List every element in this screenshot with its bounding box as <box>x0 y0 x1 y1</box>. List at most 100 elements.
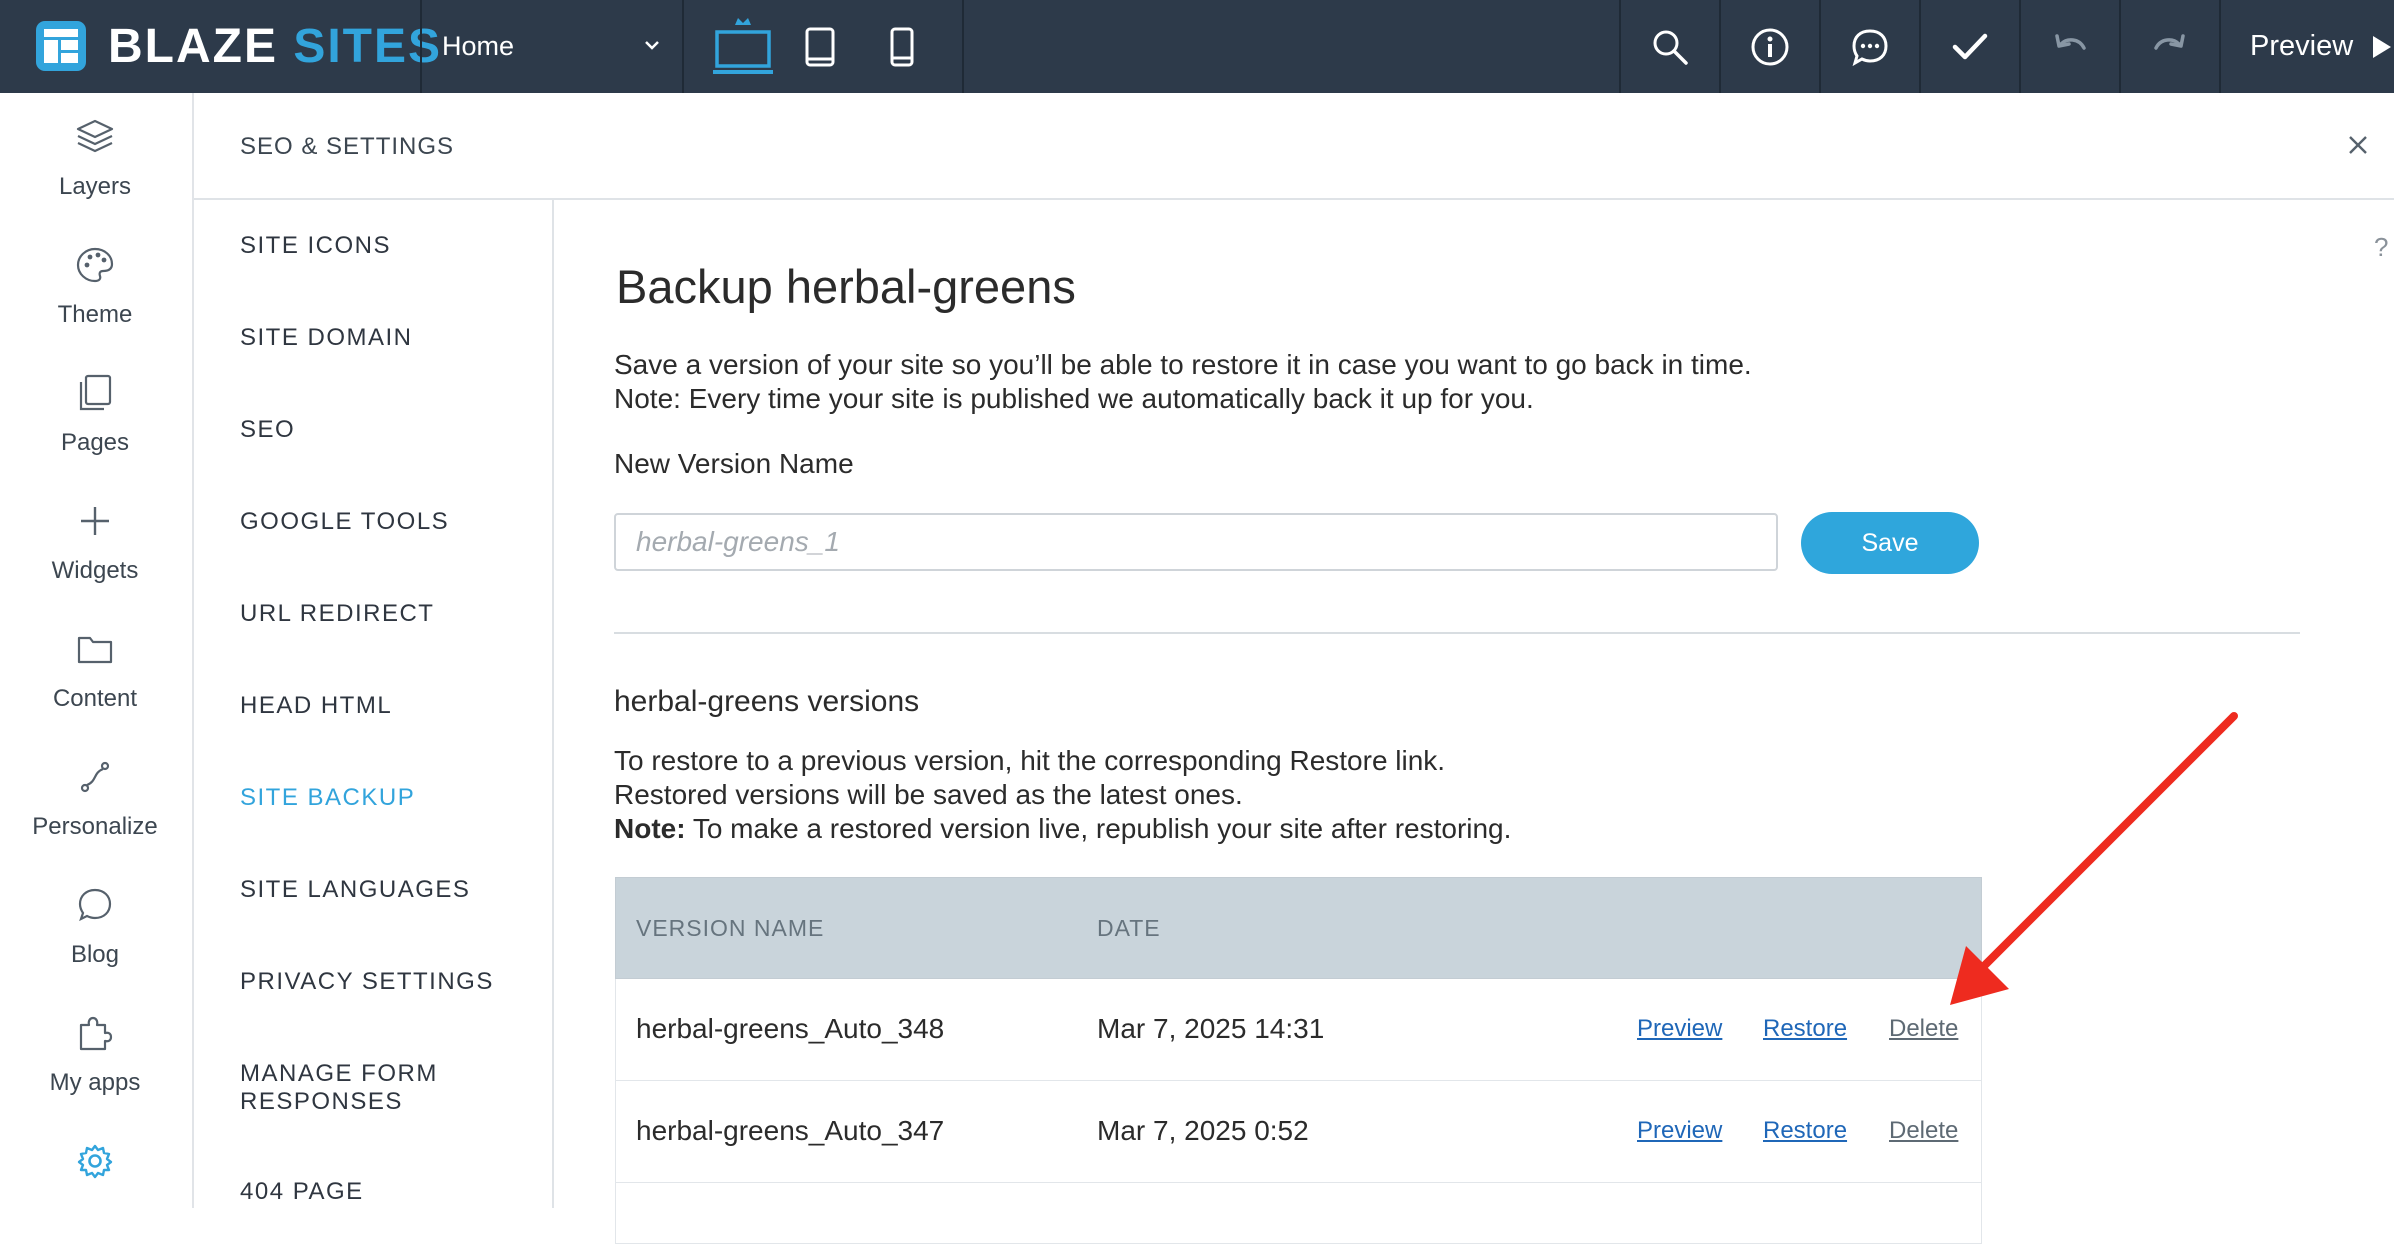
blog-icon <box>78 888 112 922</box>
settings-nav: SITE ICONS SITE DOMAIN SEO GOOGLE TOOLS … <box>194 199 554 1208</box>
chat-button[interactable] <box>1821 0 1919 93</box>
restore-link[interactable]: Restore <box>1763 1117 1847 1145</box>
page-title: Backup herbal-greens <box>616 260 1076 313</box>
rail-item-blog[interactable]: Blog <box>0 885 190 1013</box>
left-rail: Layers Theme Pages Widgets Content Perso… <box>0 93 194 1208</box>
rail-item-theme[interactable]: Theme <box>0 245 190 373</box>
delete-link[interactable]: Delete <box>1889 1015 1958 1043</box>
nav-item-site-icons[interactable]: SITE ICONS <box>240 232 530 260</box>
divider <box>682 0 684 93</box>
column-header-version-name: VERSION NAME <box>636 915 825 941</box>
rail-label: Content <box>52 685 138 712</box>
publish-button[interactable] <box>1921 0 2019 93</box>
rail-item-widgets[interactable]: Widgets <box>0 501 190 629</box>
logo-wordmark: BLAZE SITES <box>108 19 442 74</box>
rail-item-personalize[interactable]: Personalize <box>0 757 190 885</box>
nav-item-seo[interactable]: SEO <box>240 416 530 444</box>
restore-instruction-line-2: Restored versions will be saved as the l… <box>614 779 1243 810</box>
rail-label: Layers <box>58 173 132 200</box>
chat-icon <box>1852 28 1888 66</box>
nav-item-url-redirect[interactable]: URL REDIRECT <box>240 600 530 628</box>
new-version-label: New Version Name <box>614 448 854 479</box>
redo-icon <box>2154 33 2185 50</box>
rail-label: My apps <box>49 1069 141 1096</box>
personalize-icon <box>80 761 110 793</box>
nav-item-site-backup[interactable]: SITE BACKUP <box>240 784 530 812</box>
logo: BLAZE SITES <box>36 18 442 74</box>
search-icon <box>1653 30 1688 65</box>
table-header: VERSION NAME DATE <box>615 877 1982 979</box>
versions-heading: herbal-greens versions <box>614 685 919 719</box>
preview-link[interactable]: Preview <box>1637 1015 1722 1043</box>
rail-item-layers[interactable]: Layers <box>0 117 190 245</box>
rail-label: Pages <box>60 429 130 456</box>
delete-link[interactable]: Delete <box>1889 1117 1958 1145</box>
help-icon[interactable]: ? <box>2374 232 2388 263</box>
chevron-down-icon <box>645 41 659 50</box>
layers-icon <box>76 119 114 153</box>
rail-item-settings[interactable] <box>0 1141 190 1191</box>
note-label: Note: <box>614 813 686 844</box>
save-button[interactable]: Save <box>1801 512 1979 574</box>
rail-item-pages[interactable]: Pages <box>0 373 190 501</box>
version-name: herbal-greens_Auto_348 <box>636 1013 945 1044</box>
close-icon[interactable] <box>2346 133 2370 157</box>
device-tablet-button[interactable] <box>790 0 850 93</box>
table-row <box>615 1183 1982 1244</box>
versions-site-name: herbal-greens <box>614 685 800 718</box>
restore-instruction-line-1: To restore to a previous version, hit th… <box>614 745 1446 776</box>
divider <box>614 632 2300 634</box>
restore-link[interactable]: Restore <box>1763 1015 1847 1043</box>
nav-item-site-languages[interactable]: SITE LANGUAGES <box>240 876 530 904</box>
device-desktop-button[interactable] <box>700 0 786 93</box>
pages-icon <box>79 374 112 411</box>
table-row: herbal-greens_Auto_348 Mar 7, 2025 14:31… <box>615 979 1982 1081</box>
version-date: Mar 7, 2025 14:31 <box>1097 1013 1325 1044</box>
new-version-name-input[interactable] <box>614 513 1778 571</box>
palette-icon <box>76 247 114 283</box>
column-header-date: DATE <box>1097 915 1161 941</box>
nav-item-manage-form-responses[interactable]: MANAGE FORM RESPONSES <box>240 1060 470 1116</box>
device-mobile-button[interactable] <box>872 0 932 93</box>
search-button[interactable] <box>1621 0 1719 93</box>
settings-panel-title: SEO & SETTINGS <box>240 133 455 160</box>
top-bar: BLAZE SITES Home Preview <box>0 0 2394 93</box>
nav-item-head-html[interactable]: HEAD HTML <box>240 692 530 720</box>
plus-icon <box>81 507 109 535</box>
version-date: Mar 7, 2025 0:52 <box>1097 1115 1309 1146</box>
description-line-1: Save a version of your site so you’ll be… <box>614 349 1752 380</box>
check-icon <box>1952 33 1988 59</box>
rail-label: Theme <box>57 301 133 328</box>
tablet-icon <box>805 27 835 66</box>
rail-label: Personalize <box>32 813 158 840</box>
versions-suffix: versions <box>799 685 920 718</box>
nav-item-google-tools[interactable]: GOOGLE TOOLS <box>240 508 530 536</box>
redo-button[interactable] <box>2121 0 2219 93</box>
nav-item-privacy-settings[interactable]: PRIVACY SETTINGS <box>240 968 530 996</box>
nav-item-404-page[interactable]: 404 PAGE <box>240 1178 530 1206</box>
divider <box>2219 0 2221 93</box>
nav-item-site-domain[interactable]: SITE DOMAIN <box>240 324 530 352</box>
preview-link[interactable]: Preview <box>1637 1117 1722 1145</box>
info-icon <box>1751 28 1789 65</box>
divider <box>962 0 964 93</box>
logo-icon <box>36 21 86 71</box>
page-selector[interactable]: Home <box>422 0 682 93</box>
undo-button[interactable] <box>2021 0 2119 93</box>
mobile-icon <box>890 27 914 66</box>
note-text: To make a restored version live, republi… <box>685 813 1512 844</box>
info-button[interactable] <box>1721 0 1819 93</box>
page-selector-value: Home <box>442 31 515 61</box>
puzzle-icon <box>79 1016 113 1051</box>
play-icon <box>2373 35 2392 58</box>
description-line-2: Note: Every time your site is published … <box>614 383 1534 414</box>
rail-label: Widgets <box>51 557 139 584</box>
preview-button[interactable]: Preview <box>2222 0 2394 93</box>
desktop-icon <box>713 17 773 74</box>
logo-word-blaze: BLAZE <box>108 19 278 73</box>
rail-item-my-apps[interactable]: My apps <box>0 1013 190 1141</box>
settings-panel-header: SEO & SETTINGS <box>194 93 2394 200</box>
rail-item-content[interactable]: Content <box>0 629 190 757</box>
preview-label: Preview <box>2250 30 2354 62</box>
versions-table: VERSION NAME DATE herbal-greens_Auto_348… <box>615 877 1982 1244</box>
